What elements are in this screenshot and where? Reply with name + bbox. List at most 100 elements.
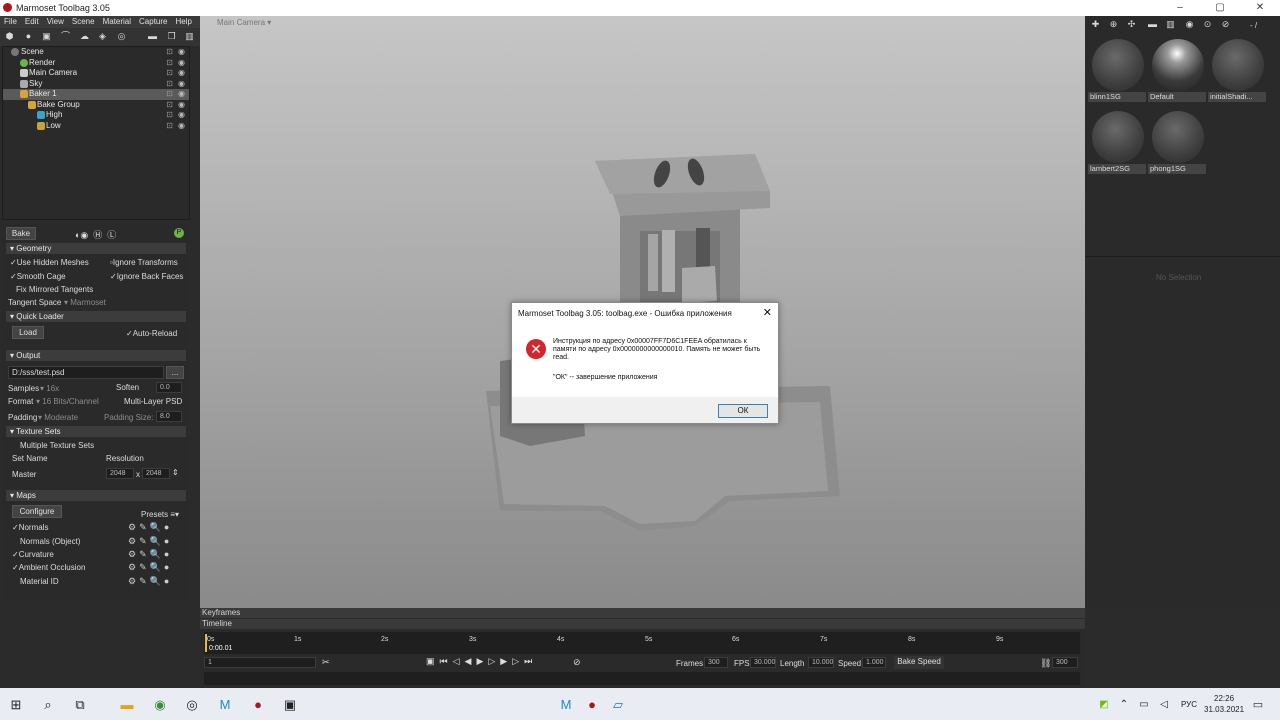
samples-select[interactable]: ▾ 16x: [40, 384, 59, 393]
settings-icon[interactable]: ⊘: [1220, 19, 1231, 30]
menu-edit[interactable]: Edit: [21, 16, 43, 27]
tree-item-render[interactable]: Render ⊡ ◉: [3, 58, 189, 69]
windows-start-icon[interactable]: ⊞: [8, 697, 24, 713]
menu-capture[interactable]: Capture: [135, 16, 171, 27]
soften-field[interactable]: 0.0: [156, 382, 182, 393]
language-indicator[interactable]: РУС: [1181, 700, 1197, 709]
fix-mirrored-tangents-checkbox[interactable]: Fix Mirrored Tangents: [16, 285, 93, 294]
add-mesh-icon[interactable]: ⬢: [4, 31, 15, 42]
material-thumb-default[interactable]: Default: [1148, 36, 1206, 102]
map-item-normals-object[interactable]: Normals (Object): [20, 537, 80, 546]
map-settings-icons[interactable]: ⚙✎🔍●: [128, 562, 172, 573]
maximize-button[interactable]: ▢: [1200, 1, 1240, 15]
clock-time[interactable]: 22:26: [1214, 694, 1234, 703]
add-light-icon[interactable]: ●: [23, 31, 34, 42]
frames-field[interactable]: 300: [704, 657, 728, 668]
map-item-material-id[interactable]: Material ID: [20, 577, 59, 586]
menu-file[interactable]: File: [0, 16, 21, 27]
ok-button[interactable]: ОК: [718, 404, 768, 418]
eye-icon[interactable]: ◉: [178, 89, 185, 99]
close-window-button[interactable]: ✕: [1240, 1, 1280, 15]
smooth-cage-checkbox[interactable]: ✓Smooth Cage: [10, 272, 66, 281]
map-settings-icons[interactable]: ⚙✎🔍●: [128, 522, 172, 533]
media-app-icon[interactable]: ◎: [184, 697, 200, 713]
timeline-ruler[interactable]: 0s 1s 2s 3s 4s 5s 6s 7s 8s 9s 0:00.01: [204, 632, 1080, 654]
timeline-header[interactable]: Timeline: [200, 619, 1085, 629]
resolution-height-field[interactable]: 2048: [142, 468, 170, 479]
lock-icon[interactable]: ⊡: [166, 58, 173, 68]
auto-reload-checkbox[interactable]: ✓Auto-Reload: [126, 329, 177, 338]
tree-item-baker-1[interactable]: Baker 1 ⊡ ◉: [3, 89, 189, 100]
trash-icon[interactable]: ▥: [184, 31, 195, 42]
menu-scene[interactable]: Scene: [68, 16, 99, 27]
browse-button[interactable]: ...: [166, 366, 184, 379]
texture-set-name[interactable]: Master: [12, 470, 36, 479]
link-icon[interactable]: ⛓: [1040, 658, 1051, 669]
maya-taskbar-icon[interactable]: M: [558, 697, 574, 713]
material-thumb-blinn1sg[interactable]: blinn1SG: [1088, 36, 1146, 102]
lock-icon[interactable]: ⊡: [166, 89, 173, 99]
format-select[interactable]: ▾ 16 Bits/Channel: [36, 397, 99, 406]
ignore-back-faces-checkbox[interactable]: ✓Ignore Back Faces: [110, 272, 183, 281]
add-camera-icon[interactable]: ▣: [41, 31, 52, 42]
eye-icon[interactable]: ◉: [178, 121, 185, 131]
lock-icon[interactable]: ⊡: [166, 100, 173, 110]
map-item-ambient-occlusion[interactable]: ✓Ambient Occlusion: [12, 563, 85, 572]
menu-help[interactable]: Help: [172, 16, 196, 27]
paint-icon[interactable]: ⊙: [1202, 19, 1213, 30]
chrome-icon[interactable]: ◉: [152, 697, 168, 713]
fps-field[interactable]: 30.000: [750, 657, 776, 668]
map-settings-icons[interactable]: ⚙✎🔍●: [128, 576, 172, 587]
resolution-width-field[interactable]: 2048: [106, 468, 134, 479]
tray-chevron-icon[interactable]: ⌃: [1116, 697, 1132, 713]
map-settings-icons[interactable]: ⚙✎🔍●: [128, 536, 172, 547]
lock-icon[interactable]: ⊡: [166, 79, 173, 89]
volume-icon[interactable]: ◁: [1156, 697, 1172, 713]
geometry-header[interactable]: ▾ Geometry: [6, 243, 186, 254]
map-item-normals[interactable]: ✓Normals: [12, 523, 48, 532]
tree-item-sky[interactable]: Sky ⊡ ◉: [3, 79, 189, 90]
eye-icon[interactable]: ◉: [178, 68, 185, 78]
menu-material[interactable]: Material: [99, 16, 135, 27]
tree-item-low[interactable]: Low ⊡ ◉: [3, 121, 189, 132]
add-shadow-icon[interactable]: ⌒: [60, 31, 71, 42]
bake-button[interactable]: Bake: [6, 227, 36, 240]
bake-speed-button[interactable]: Bake Speed: [894, 656, 944, 669]
load-button[interactable]: Load: [12, 326, 44, 339]
tree-item-main-camera[interactable]: Main Camera ⊡ ◉: [3, 68, 189, 79]
duplicate-material-icon[interactable]: ⊕: [1108, 19, 1119, 30]
file-explorer-icon[interactable]: ▬: [119, 697, 135, 713]
nvidia-icon[interactable]: ◩: [1096, 697, 1112, 713]
tree-item-high[interactable]: High ⊡ ◉: [3, 110, 189, 121]
notifications-icon[interactable]: ▭: [1250, 697, 1266, 713]
material-thumb-phong1sg[interactable]: phong1SG: [1148, 108, 1206, 174]
lock-icon[interactable]: ⊡: [166, 110, 173, 120]
eye-icon[interactable]: ◉: [178, 79, 185, 89]
window-app-icon[interactable]: ▣: [282, 697, 298, 713]
lock-icon[interactable]: ⊡: [166, 68, 173, 78]
output-path-field[interactable]: D:/sss/test.psd: [8, 366, 164, 379]
eye-icon[interactable]: ◉: [178, 100, 185, 110]
reset-icon[interactable]: ✣: [1126, 19, 1137, 30]
marmoset-icon[interactable]: ●: [250, 697, 266, 713]
ignore-transforms-checkbox[interactable]: ▫Ignore Transforms: [110, 258, 178, 267]
minimize-button[interactable]: –: [1160, 1, 1200, 15]
length-field[interactable]: 10.000: [808, 657, 834, 668]
eye-icon[interactable]: ◉: [178, 58, 185, 68]
eye-icon[interactable]: ◉: [178, 110, 185, 120]
task-view-icon[interactable]: ⧉: [72, 697, 88, 713]
preview-icon[interactable]: P: [174, 228, 184, 238]
padding-select[interactable]: ▾ Moderate: [38, 413, 78, 422]
presets-menu[interactable]: Presets ≡▾: [141, 510, 179, 519]
map-settings-icons[interactable]: ⚙✎🔍●: [128, 549, 172, 560]
scissors-icon[interactable]: ✂: [322, 657, 330, 668]
end-frame-field[interactable]: 300: [1052, 657, 1078, 668]
playhead[interactable]: [205, 634, 207, 652]
speed-icon[interactable]: ⊘: [573, 657, 581, 668]
padding-size-field[interactable]: 8.0: [156, 411, 182, 422]
eye-icon[interactable]: ◉: [178, 47, 185, 57]
lock-icon[interactable]: ⊡: [166, 121, 173, 131]
menu-view[interactable]: View: [43, 16, 68, 27]
maya-icon[interactable]: M: [217, 697, 233, 713]
keyframe-track[interactable]: [204, 672, 1080, 685]
